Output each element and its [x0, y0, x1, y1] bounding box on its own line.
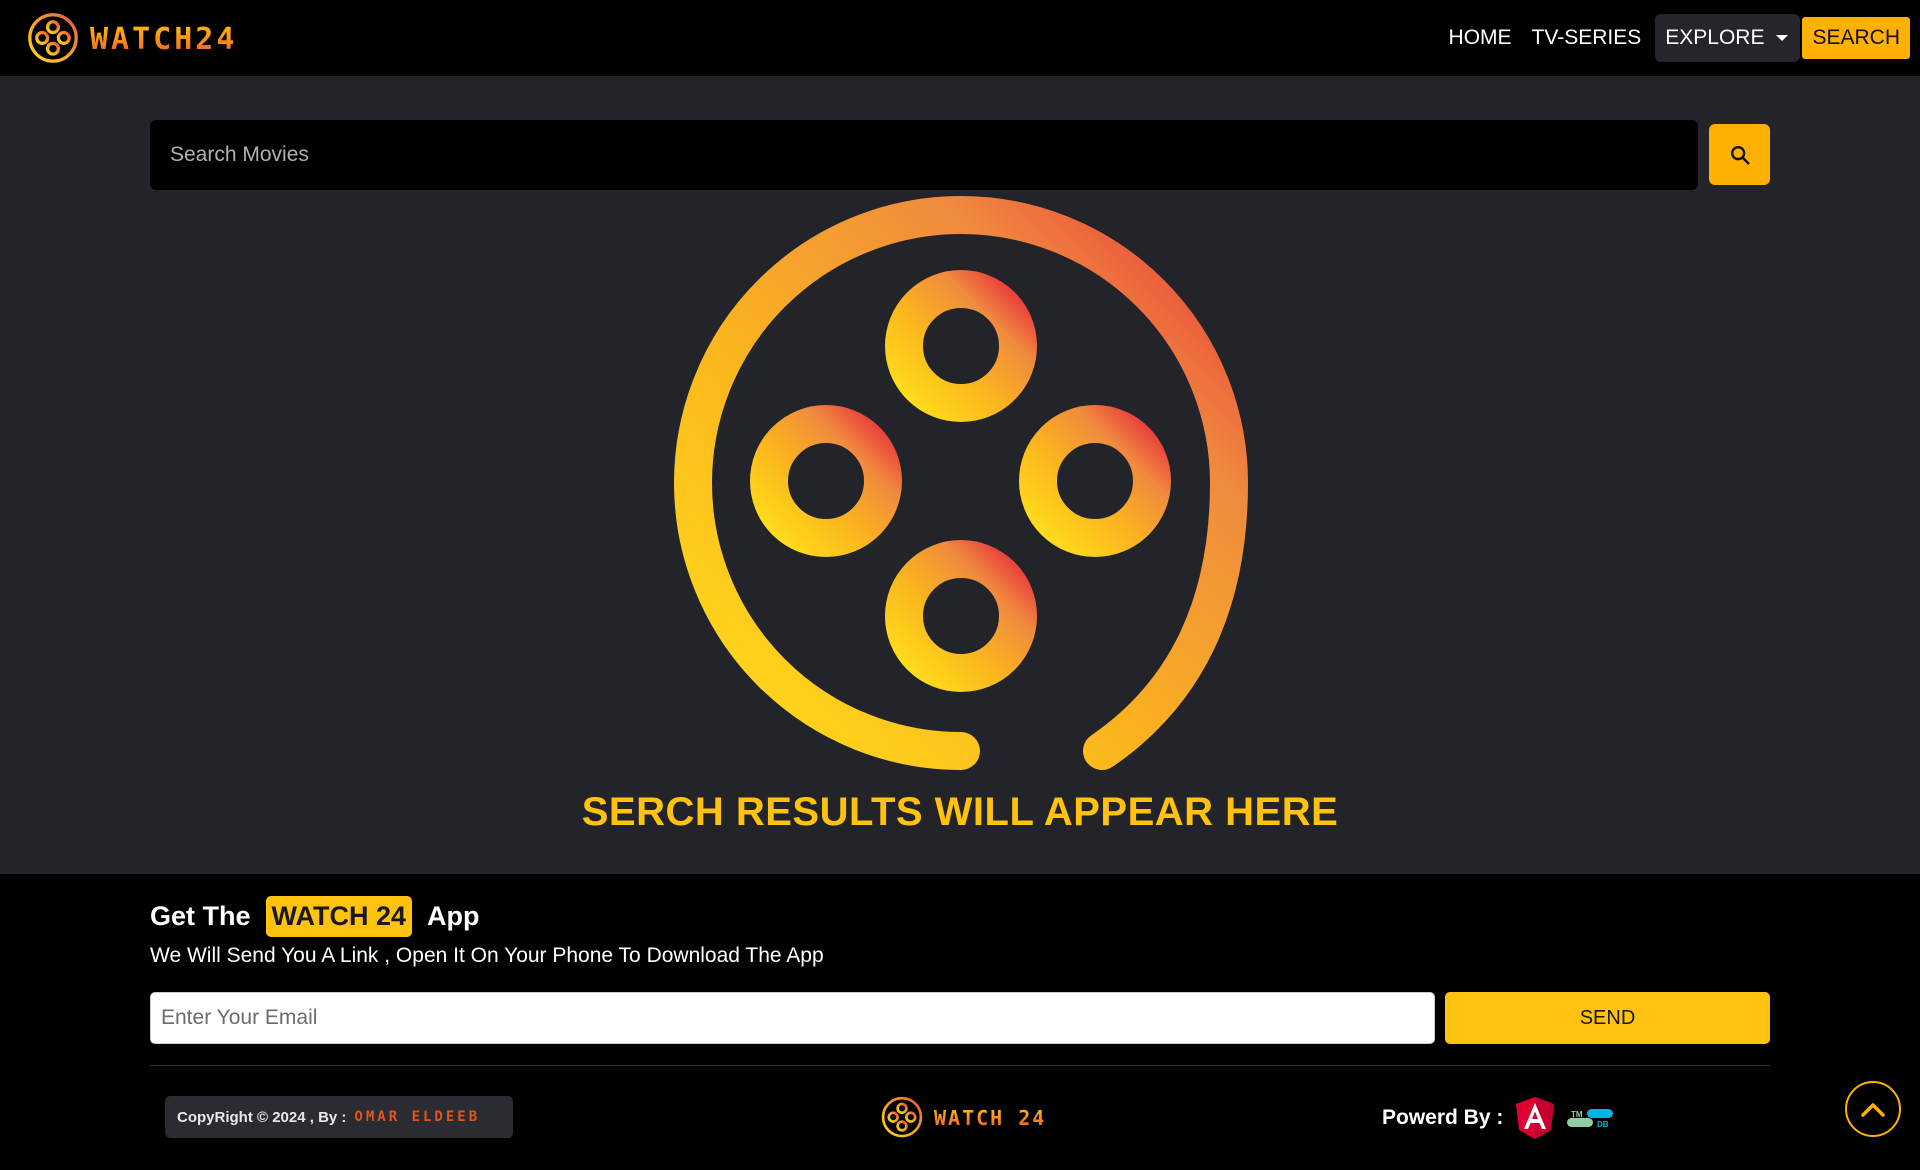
send-button[interactable]: SEND — [1445, 992, 1770, 1044]
app-title-suffix: App — [427, 901, 480, 931]
nav-explore-label: EXPLORE — [1665, 26, 1765, 49]
search-icon — [1730, 145, 1750, 165]
film-reel-icon — [881, 1096, 923, 1138]
footer-divider — [150, 1065, 1770, 1066]
email-field[interactable] — [150, 992, 1435, 1044]
caret-down-icon — [1776, 35, 1789, 41]
app-title-prefix: Get The — [150, 901, 251, 931]
navbar: WATCH24 HOME TV-SERIES EXPLORE SEARCH — [0, 0, 1920, 76]
search-button[interactable] — [1709, 124, 1770, 185]
app-title-badge: WATCH 24 — [265, 896, 413, 937]
angular-logo-icon[interactable] — [1515, 1096, 1555, 1140]
copyright-text: CopyRight © 2024 , By : — [177, 1108, 347, 1126]
nav-search-link[interactable]: SEARCH — [1802, 17, 1910, 59]
app-promo-title: Get The WATCH 24 App — [150, 896, 480, 937]
brand-name: WATCH24 — [90, 21, 238, 57]
powered-by-label: Powerd By : — [1382, 1106, 1504, 1129]
nav-home-link[interactable]: HOME — [1439, 14, 1522, 62]
svg-text:DB: DB — [1597, 1120, 1609, 1129]
film-reel-icon — [674, 196, 1249, 770]
powered-by: Powerd By : TM DB — [1382, 1096, 1614, 1140]
footer-brand[interactable]: WATCH 24 — [880, 1096, 1046, 1140]
main-content: SERCH RESULTS WILL APPEAR HERE — [0, 76, 1920, 874]
film-reel-icon — [28, 13, 78, 63]
search-input[interactable] — [150, 120, 1698, 190]
footer: Get The WATCH 24 App We Will Send You A … — [0, 874, 1920, 1170]
tmdb-logo-icon[interactable]: TM DB — [1567, 1107, 1614, 1129]
nav-tv-series-link[interactable]: TV-SERIES — [1522, 14, 1652, 62]
scroll-to-top-button[interactable] — [1845, 1081, 1901, 1137]
nav-links: HOME TV-SERIES EXPLORE SEARCH — [1439, 14, 1920, 62]
chevron-up-icon — [1861, 1103, 1885, 1117]
app-promo-subtitle: We Will Send You A Link , Open It On You… — [150, 944, 824, 967]
results-placeholder-text: SERCH RESULTS WILL APPEAR HERE — [581, 790, 1339, 834]
search-bar — [150, 120, 1698, 190]
copyright-badge: CopyRight © 2024 , By : OMAR ELDEEB — [165, 1096, 513, 1138]
svg-text:TM: TM — [1571, 1110, 1583, 1119]
footer-brand-name: WATCH 24 — [934, 1106, 1047, 1130]
brand[interactable]: WATCH24 — [26, 12, 237, 66]
nav-explore-dropdown[interactable]: EXPLORE — [1655, 14, 1801, 62]
copyright-author[interactable]: OMAR ELDEEB — [354, 1109, 480, 1125]
